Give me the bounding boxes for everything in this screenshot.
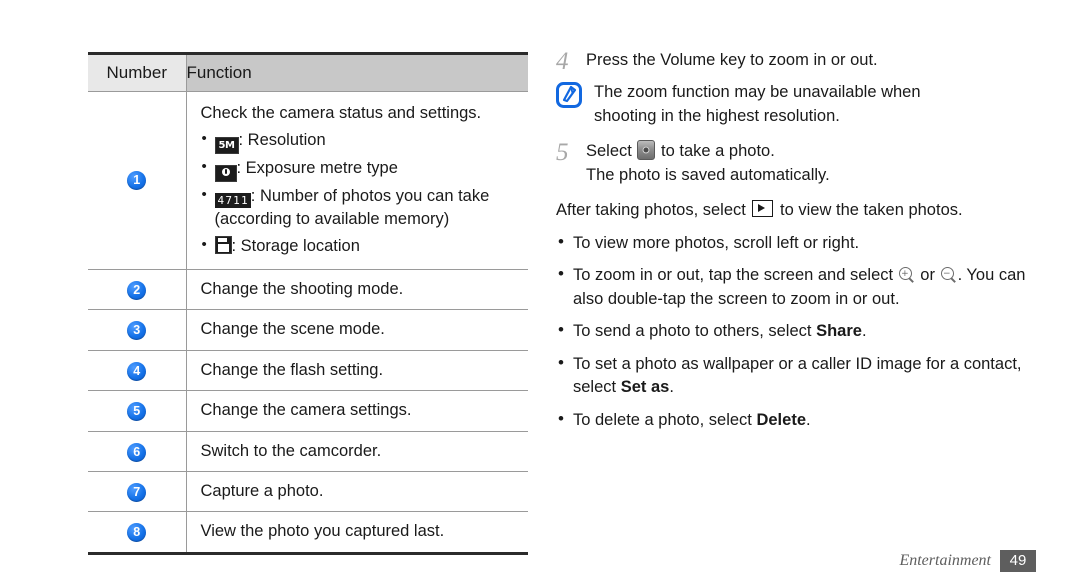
zoom-out-icon: − <box>940 267 957 284</box>
table-row: 2 Change the shooting mode. <box>88 269 528 311</box>
step-5-sub: The photo is saved automatically. <box>586 166 830 185</box>
tip-share-pre: To send a photo to others, select <box>573 322 817 341</box>
table-row: 1 Check the camera status and settings. … <box>88 91 529 270</box>
exposure-metre-icon <box>214 164 237 182</box>
table-header-row: Number Function <box>88 51 528 93</box>
after-taking-photos-block: After taking photos, select to view the … <box>556 198 1026 432</box>
play-icon <box>752 199 774 217</box>
tip-delete-post: . <box>806 410 811 429</box>
row-lead-text: Check the camera status and settings. <box>200 104 482 123</box>
row-number-cell: 1 <box>88 91 186 270</box>
row-number-cell: 6 <box>88 431 186 473</box>
list-item: To send a photo to others, select Share. <box>556 318 1026 343</box>
row-function-cell: View the photo you captured last. <box>185 511 528 555</box>
page-number-badge: 49 <box>1000 550 1036 572</box>
list-item: 5M: Resolution <box>201 128 529 154</box>
note-pen-icon <box>556 80 588 115</box>
number-badge-6: 6 <box>127 442 147 462</box>
footer-section-label: Entertainment <box>899 552 991 569</box>
table-row: 8 View the photo you captured last. <box>88 511 528 555</box>
row-function-cell: Change the shooting mode. <box>185 269 528 311</box>
note-text: The zoom function may be unavailable whe… <box>588 80 1026 129</box>
number-badge-1: 1 <box>127 171 147 191</box>
column-header-number: Number <box>88 51 186 93</box>
function-table-wrapper: Number Function 1 Check the camera statu… <box>88 51 529 555</box>
row-function-cell: Change the scene mode. <box>185 309 528 351</box>
share-label: Share <box>816 322 862 341</box>
step-text: Select to take a photo. The photo is sav… <box>586 139 1026 188</box>
table-row: 7 Capture a photo. <box>88 471 528 513</box>
number-badge-7: 7 <box>127 483 147 503</box>
delete-label: Delete <box>756 410 806 429</box>
step-5-line: Select to take a photo. <box>586 139 1026 163</box>
number-badge-4: 4 <box>127 361 147 381</box>
table-row: 6 Switch to the camcorder. <box>88 431 528 473</box>
row-number-cell: 7 <box>88 471 186 513</box>
row-function-cell: Check the camera status and settings. 5M… <box>185 91 529 270</box>
table-row: 5 Change the camera settings. <box>88 390 528 432</box>
table-header: Number Function <box>88 51 528 93</box>
step-5-before-icon: Select <box>586 141 632 160</box>
after-after-icon: to view the taken photos. <box>780 200 963 219</box>
table-body: 1 Check the camera status and settings. … <box>88 91 529 555</box>
row-number-cell: 4 <box>88 350 186 392</box>
row-number-cell: 5 <box>88 390 186 432</box>
list-item: : Storage location <box>201 233 529 258</box>
row-function-cell: Change the camera settings. <box>185 390 528 432</box>
list-item: 4711: Number of photos you can take (acc… <box>201 184 529 232</box>
note-callout: The zoom function may be unavailable whe… <box>556 80 1026 129</box>
function-table: Number Function 1 Check the camera statu… <box>88 51 529 555</box>
step-number: 5 <box>556 138 569 166</box>
number-badge-2: 2 <box>127 280 147 300</box>
step-text: Press the Volume key to zoom in or out. <box>586 51 878 69</box>
row-function-cell: Switch to the camcorder. <box>185 431 528 473</box>
tip-share-post: . <box>861 322 867 341</box>
row-number-cell: 8 <box>88 511 186 555</box>
note-line-1: The zoom function may be unavailable whe… <box>594 83 921 101</box>
list-item: To zoom in or out, tap the screen and se… <box>556 262 1026 311</box>
photo-count-icon: 4711 <box>214 192 251 208</box>
list-item-label: : Number of photos you can take (accordi… <box>214 186 490 229</box>
list-item: To delete a photo, select Delete. <box>556 407 1026 432</box>
status-icon-list: 5M: Resolution : Exposure metre type 471… <box>201 128 529 258</box>
set-as-label: Set as <box>620 378 670 397</box>
note-line-2: shooting in the highest resolution. <box>594 107 840 126</box>
number-badge-5: 5 <box>127 402 147 422</box>
after-before-icon: After taking photos, select <box>556 200 746 219</box>
list-item: To set a photo as wallpaper or a caller … <box>556 351 1026 400</box>
tips-list: To view more photos, scroll left or righ… <box>556 230 1026 432</box>
table-row: 4 Change the flash setting. <box>88 350 528 392</box>
step-5: 5 Select to take a photo. The photo is s… <box>556 139 1026 188</box>
list-item-label: : Exposure metre type <box>236 158 398 177</box>
shutter-icon <box>637 139 656 160</box>
resolution-icon: 5M <box>214 136 239 154</box>
tip-delete-pre: To delete a photo, select <box>573 410 757 429</box>
column-header-function: Function <box>185 51 528 93</box>
after-taking-photos-line: After taking photos, select to view the … <box>556 198 1026 222</box>
step-5-after-icon: to take a photo. <box>661 141 775 160</box>
row-function-cell: Change the flash setting. <box>185 350 528 392</box>
number-badge-3: 3 <box>127 321 147 341</box>
list-item-label: : Resolution <box>238 130 326 149</box>
list-item-label: : Storage location <box>231 236 360 255</box>
row-number-cell: 2 <box>88 269 186 311</box>
step-number: 4 <box>556 48 569 75</box>
page-footer: Entertainment 49 <box>899 550 1036 572</box>
tip-zoom-pre: To zoom in or out, tap the screen and se… <box>573 266 894 285</box>
tip-setas-post: . <box>669 378 674 397</box>
row-number-cell: 3 <box>88 309 186 351</box>
table-row: 3 Change the scene mode. <box>88 309 528 351</box>
step-4: 4 Press the Volume key to zoom in or out… <box>556 48 1026 74</box>
instructions-column: 4 Press the Volume key to zoom in or out… <box>556 48 1026 441</box>
storage-location-icon <box>214 235 232 254</box>
list-item: : Exposure metre type <box>201 156 529 182</box>
row-function-cell: Capture a photo. <box>185 471 528 513</box>
list-item: To view more photos, scroll left or righ… <box>556 230 1026 255</box>
tip-zoom-mid: or <box>920 266 935 285</box>
zoom-in-icon: + <box>898 267 915 284</box>
number-badge-8: 8 <box>127 523 147 543</box>
